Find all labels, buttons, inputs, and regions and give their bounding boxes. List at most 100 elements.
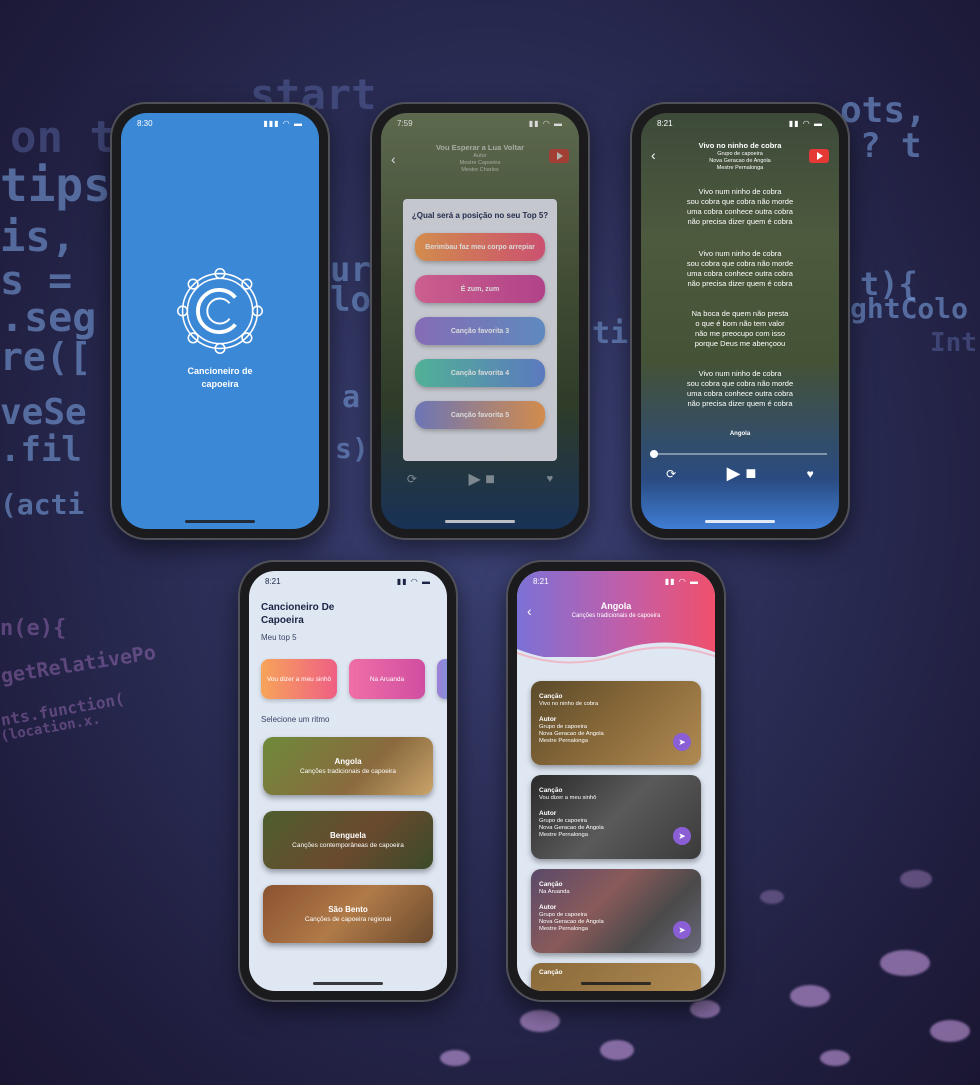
- status-time: 8:21: [657, 119, 673, 128]
- top5-option-3[interactable]: Canção favorita 3: [415, 317, 545, 345]
- code-fragment: getRelativePo: [0, 639, 158, 689]
- splash-title: Cancioneiro de capoeira: [121, 365, 319, 391]
- send-icon[interactable]: ➤: [673, 827, 691, 845]
- rhythm-subtitle: Canções contemporâneas de capoeira: [292, 842, 404, 849]
- status-icons: ▮▮ ◠ ▬: [396, 577, 431, 586]
- lyric-stanza-4: Vivo num ninho de cobra sou cobra que cob…: [686, 369, 794, 408]
- phone-splash: 8:30 ▮▮▮ ◠ ▬ Cancioneiro de capoeira: [112, 104, 328, 538]
- status-bar: 8:21 ▮▮ ◠ ▬: [657, 119, 823, 131]
- code-fragment: lo: [330, 280, 371, 320]
- header-wave: [517, 642, 715, 669]
- code-fragment: ots,: [840, 90, 927, 131]
- status-bar: 8:30 ▮▮▮ ◠ ▬: [137, 119, 303, 131]
- code-fragment: (acti: [0, 488, 85, 521]
- top5-option-4[interactable]: Canção favorita 4: [415, 359, 545, 387]
- status-time: 8:21: [265, 577, 281, 586]
- player-controls: ⟳ ▶ ■ ♥: [381, 469, 579, 489]
- heart-icon[interactable]: ♥: [547, 473, 554, 485]
- splash-title-line2: capoeira: [201, 379, 239, 389]
- status-time: 7:59: [397, 119, 413, 128]
- lyric-stanza-3: Na boca de quem não presta o que é bom nã…: [691, 309, 789, 348]
- top5-card-3[interactable]: [437, 659, 447, 699]
- code-fragment: Int: [930, 328, 977, 358]
- top5-option-1[interactable]: Berimbau faz meu corpo arrepiar: [415, 233, 545, 261]
- code-fragment: s): [335, 432, 369, 465]
- home-indicator: [313, 982, 383, 985]
- modal-question: ¿Qual será a posição no seu Top 5?: [411, 211, 549, 220]
- status-bar: 8:21 ▮▮ ◠ ▬: [265, 577, 431, 589]
- status-icons: ▮▮ ◠ ▬: [528, 119, 563, 128]
- repeat-icon[interactable]: ⟳: [407, 472, 417, 486]
- rhythm-subtitle: Canções tradicionais de capoeira: [299, 768, 397, 775]
- status-icons: ▮▮▮ ◠ ▬: [263, 119, 303, 128]
- top5-card-2[interactable]: Na Aruanda: [349, 659, 425, 699]
- code-fragment: .fil: [0, 430, 82, 470]
- app-logo-icon: [176, 267, 264, 355]
- top5-option-5[interactable]: Canção favorita 5: [415, 401, 545, 429]
- song-card-text: Canção: [539, 969, 563, 976]
- home-indicator: [581, 982, 651, 985]
- song-card[interactable]: Canção Vivo no ninho de cobra Autor Grupo …: [531, 681, 701, 765]
- home-screen: 8:21 ▮▮ ◠ ▬ Cancioneiro De Capoeira Meu t…: [249, 571, 447, 991]
- rhythm-card-benguela[interactable]: Benguela Canções contemporâneas de capoe…: [263, 811, 433, 869]
- send-icon[interactable]: ➤: [673, 733, 691, 751]
- code-fragment: n(e){: [0, 616, 67, 641]
- status-icons: ▮▮ ◠ ▬: [664, 577, 699, 586]
- code-fragment: a: [342, 380, 361, 415]
- home-indicator: [705, 520, 775, 523]
- phone-player-modal: 7:59 ▮▮ ◠ ▬ ‹ Vou Esperar a Lua Voltar A…: [372, 104, 588, 538]
- song-card-text: Canção Vou dizer a meu sinhô Autor Grupo d…: [539, 787, 604, 839]
- code-fragment: ghtColo: [850, 292, 969, 325]
- phone-home: 8:21 ▮▮ ◠ ▬ Cancioneiro De Capoeira Meu t…: [240, 562, 456, 1000]
- phone-angola: 8:21 ▮▮ ◠ ▬ ‹ Angola Canções tradicionai…: [508, 562, 724, 1000]
- rhythm-select-label: Selecione um ritmo: [261, 715, 330, 724]
- rhythm-title: São Bento: [328, 905, 368, 914]
- code-fragment: tips: [0, 158, 111, 212]
- code-fragment: re([: [0, 335, 92, 379]
- song-card[interactable]: Canção: [531, 963, 701, 991]
- song-card[interactable]: Canção Na Aruanda Autor Grupo de capoeira N…: [531, 869, 701, 953]
- home-indicator: [185, 520, 255, 523]
- progress-track[interactable]: [650, 450, 827, 458]
- status-time: 8:21: [533, 577, 549, 586]
- youtube-icon[interactable]: [809, 149, 829, 163]
- song-card-text: Canção Na Aruanda Autor Grupo de capoeira N…: [539, 881, 604, 933]
- code-fragment: veSe: [0, 392, 87, 433]
- send-icon[interactable]: ➤: [673, 921, 691, 939]
- code-fragment: ti: [592, 316, 629, 351]
- song-card[interactable]: Canção Vou dizer a meu sinhô Autor Grupo d…: [531, 775, 701, 859]
- status-time: 8:30: [137, 119, 153, 128]
- rhythm-title: Angola: [334, 757, 362, 766]
- rhythm-subtitle: Canções de capoeira regional: [304, 916, 392, 923]
- lyric-stanza-1: Vivo num ninho de cobra sou cobra que cob…: [686, 187, 794, 226]
- player-modal-screen: 7:59 ▮▮ ◠ ▬ ‹ Vou Esperar a Lua Voltar A…: [381, 113, 579, 529]
- progress-thumb[interactable]: [650, 450, 658, 458]
- play-icon[interactable]: ▶ ■: [727, 463, 757, 484]
- author-line: Mestre Charles: [461, 167, 499, 173]
- rhythm-card-sao-bento[interactable]: São Bento Canções de capoeira regional: [263, 885, 433, 943]
- code-fragment: is,: [0, 212, 76, 261]
- status-icons: ▮▮ ◠ ▬: [788, 119, 823, 128]
- play-icon[interactable]: ▶ ■: [469, 469, 495, 489]
- song-card-text: Canção Vivo no ninho de cobra Autor Grupo …: [539, 693, 604, 745]
- heart-icon[interactable]: ♥: [807, 467, 814, 481]
- splash-title-line1: Cancioneiro de: [187, 366, 253, 376]
- rhythm-label: Angola: [729, 431, 751, 437]
- angola-subtitle: Canções tradicionais de capoeira: [571, 613, 661, 619]
- rhythm-title: Benguela: [329, 831, 366, 840]
- lyrics-screen: 8:21 ▮▮ ◠ ▬ ‹ Vivo no ninho de cobra Gru…: [641, 113, 839, 529]
- youtube-icon[interactable]: [549, 149, 569, 163]
- status-bar: 7:59 ▮▮ ◠ ▬: [397, 119, 563, 131]
- repeat-icon[interactable]: ⟳: [666, 467, 676, 481]
- angola-title: Angola: [600, 601, 632, 611]
- top5-label: Meu top 5: [261, 633, 297, 642]
- top5-option-2[interactable]: É zum, zum: [415, 275, 545, 303]
- code-fragment: ? t: [860, 126, 922, 166]
- home-indicator: [445, 520, 515, 523]
- top5-card-1[interactable]: Vou dizer a meu sinhô: [261, 659, 337, 699]
- phone-lyrics: 8:21 ▮▮ ◠ ▬ ‹ Vivo no ninho de cobra Gru…: [632, 104, 848, 538]
- top5-modal: ¿Qual será a posição no seu Top 5? Berim…: [403, 199, 557, 461]
- rhythm-card-angola[interactable]: Angola Canções tradicionais de capoeira: [263, 737, 433, 795]
- master-name: Mestre Pernalonga: [716, 165, 764, 171]
- status-bar: 8:21 ▮▮ ◠ ▬: [533, 577, 699, 589]
